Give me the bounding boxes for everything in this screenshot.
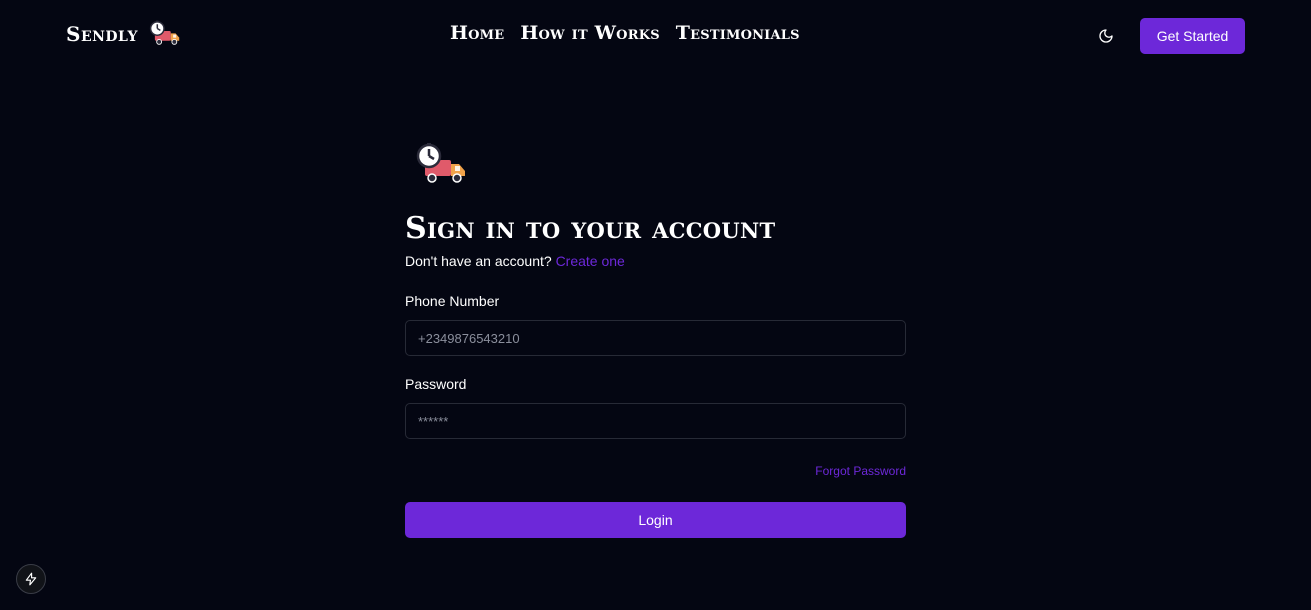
password-input[interactable] — [405, 403, 906, 439]
forgot-password-row: Forgot Password — [405, 464, 906, 478]
nav-how-it-works-link[interactable]: How it Works — [520, 22, 659, 44]
sign-in-form: Sign in to your account Don't have an ac… — [405, 142, 906, 538]
main-nav: Home How it Works Testimonials — [450, 22, 800, 44]
forgot-password-link[interactable]: Forgot Password — [815, 464, 906, 478]
page-title: Sign in to your account — [405, 211, 776, 246]
theme-toggle-button[interactable] — [1096, 26, 1116, 46]
signup-prompt: Don't have an account? Create one — [405, 253, 906, 269]
sign-in-page: Sendly Home How it Works Testimonials Ge… — [0, 0, 1311, 610]
delivery-truck-clock-icon — [416, 143, 465, 183]
password-label: Password — [405, 376, 467, 392]
nav-testimonials-link[interactable]: Testimonials — [676, 22, 800, 44]
phone-number-label: Phone Number — [405, 293, 500, 309]
nav-home-link[interactable]: Home — [450, 22, 504, 44]
get-started-button[interactable]: Get Started — [1140, 18, 1245, 54]
dev-tools-badge[interactable] — [16, 564, 46, 594]
top-navbar: Sendly Home How it Works Testimonials Ge… — [0, 0, 1311, 72]
phone-number-input[interactable] — [405, 320, 906, 356]
moon-icon — [1099, 29, 1113, 43]
signup-prompt-text: Don't have an account? — [405, 253, 552, 269]
lightning-bolt-icon — [25, 572, 37, 586]
brand-name: Sendly — [66, 22, 138, 46]
login-button[interactable]: Login — [405, 502, 906, 538]
create-account-link[interactable]: Create one — [556, 253, 625, 269]
brand-logo[interactable]: Sendly — [66, 20, 181, 48]
delivery-truck-clock-icon — [149, 20, 180, 45]
